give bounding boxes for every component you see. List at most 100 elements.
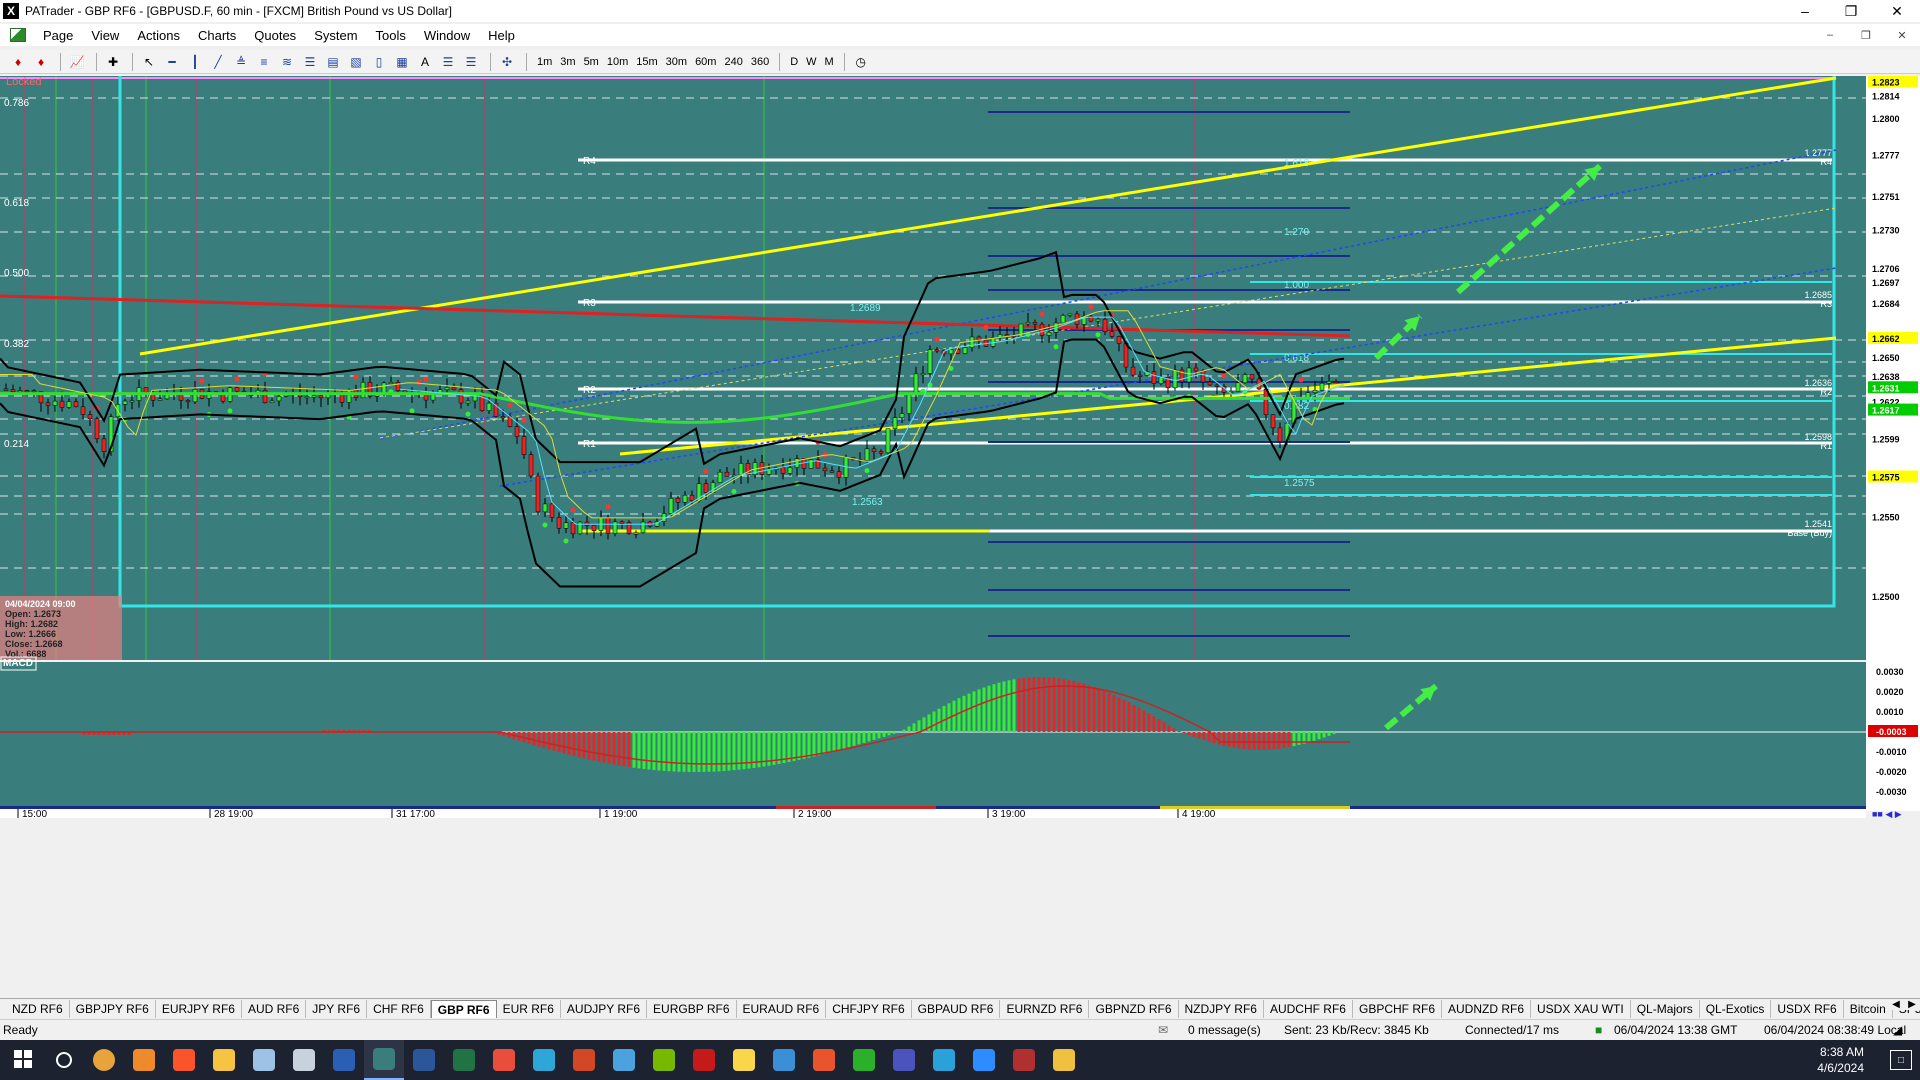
period-w-button[interactable]: W	[802, 56, 820, 68]
gann-icon[interactable]: ▧	[346, 52, 366, 72]
word-icon[interactable]	[404, 1040, 444, 1080]
close-button[interactable]: ✕	[1874, 0, 1920, 22]
menu-quotes[interactable]: Quotes	[245, 28, 305, 43]
tab-chfjpy-rf6[interactable]: CHFJPY RF6	[826, 999, 912, 1018]
tab-nzdjpy-rf6[interactable]: NZDJPY RF6	[1179, 999, 1264, 1018]
fib-ext-icon[interactable]: ☰	[300, 52, 320, 72]
photos-icon[interactable]	[604, 1040, 644, 1080]
clock-icon[interactable]: ◷	[851, 52, 871, 72]
smallpdf-icon[interactable]	[484, 1040, 524, 1080]
tab-ql-exotics[interactable]: QL-Exotics	[1700, 999, 1772, 1018]
mail-icon[interactable]	[124, 1040, 164, 1080]
tab-gbpnzd-rf6[interactable]: GBPNZD RF6	[1089, 999, 1179, 1018]
fib-fan-icon[interactable]: ≋	[277, 52, 297, 72]
timeframe-3m-button[interactable]: 3m	[556, 56, 579, 68]
timeframe-30m-button[interactable]: 30m	[662, 56, 691, 68]
tab-eurgbp-rf6[interactable]: EURGBP RF6	[647, 999, 737, 1018]
horizontal-line-icon[interactable]: ━	[162, 52, 182, 72]
rectangle-icon[interactable]: ▤	[323, 52, 343, 72]
brave-icon[interactable]	[164, 1040, 204, 1080]
mdi-close-button[interactable]: ✕	[1884, 24, 1920, 46]
zoom-icon[interactable]	[964, 1040, 1004, 1080]
trendline-icon[interactable]: ╱	[208, 52, 228, 72]
powerpoint-icon[interactable]	[564, 1040, 604, 1080]
notepad-icon[interactable]	[244, 1040, 284, 1080]
timeframe-10m-button[interactable]: 10m	[603, 56, 632, 68]
chart-area[interactable]: R4R3R2R11.2777R41.2685R31.2636R21.2598R1…	[0, 64, 1920, 996]
buy-sell-icon[interactable]: ♦	[8, 52, 28, 72]
timeframe-5m-button[interactable]: 5m	[580, 56, 603, 68]
period-d-button[interactable]: D	[786, 56, 802, 68]
tab-audchf-rf6[interactable]: AUDCHF RF6	[1264, 999, 1353, 1018]
pivot-icon[interactable]: ☰	[438, 52, 458, 72]
patrader-2-icon[interactable]	[1004, 1040, 1044, 1080]
tab-audnzd-rf6[interactable]: AUDNZD RF6	[1442, 999, 1532, 1018]
tab-nzd-rf6[interactable]: NZD RF6	[6, 999, 70, 1018]
mdi-restore-button[interactable]: ❐	[1848, 24, 1884, 46]
tab-gbpchf-rf6[interactable]: GBPCHF RF6	[1353, 999, 1442, 1018]
tab-usdx-xau-wti[interactable]: USDX XAU WTI	[1531, 999, 1631, 1018]
tab-eurjpy-rf6[interactable]: EURJPY RF6	[156, 999, 242, 1018]
chrome-icon[interactable]	[84, 1040, 124, 1080]
tab-eurnzd-rf6[interactable]: EURNZD RF6	[1000, 999, 1090, 1018]
timeframe-60m-button[interactable]: 60m	[691, 56, 720, 68]
restore-button[interactable]: ❐	[1828, 0, 1874, 22]
fibonacci-icon[interactable]: ≡	[254, 52, 274, 72]
remote-desktop-icon[interactable]	[764, 1040, 804, 1080]
patrader-icon[interactable]	[284, 1040, 324, 1080]
nvidia-icon[interactable]	[644, 1040, 684, 1080]
teams-icon[interactable]	[884, 1040, 924, 1080]
channel-icon[interactable]: ≜	[231, 52, 251, 72]
menu-page[interactable]: Page	[34, 28, 82, 43]
timeframe-240-button[interactable]: 240	[720, 56, 746, 68]
tab-euraud-rf6[interactable]: EURAUD RF6	[737, 999, 827, 1018]
timeframe-360-button[interactable]: 360	[747, 56, 773, 68]
minimize-button[interactable]: –	[1782, 0, 1828, 22]
status-messages[interactable]: 0 message(s)	[1188, 1023, 1261, 1037]
tab-aud-rf6[interactable]: AUD RF6	[242, 999, 307, 1018]
vertical-line-icon[interactable]: ┃	[185, 52, 205, 72]
windows-start-icon[interactable]	[4, 1040, 44, 1080]
tab-usdx-rf6[interactable]: USDX RF6	[1771, 999, 1844, 1018]
menu-window[interactable]: Window	[415, 28, 479, 43]
menu-charts[interactable]: Charts	[189, 28, 245, 43]
favorites-icon[interactable]	[1044, 1040, 1084, 1080]
menu-help[interactable]: Help	[479, 28, 524, 43]
tab-ql-majors[interactable]: QL-Majors	[1631, 999, 1700, 1018]
patrader-active-icon[interactable]	[364, 1040, 404, 1080]
menu-view[interactable]: View	[82, 28, 128, 43]
sway-icon[interactable]	[524, 1040, 564, 1080]
excel-icon[interactable]	[444, 1040, 484, 1080]
timeframe-15m-button[interactable]: 15m	[632, 56, 661, 68]
tab-gbp-rf6[interactable]: GBP RF6	[430, 999, 497, 1018]
sticky-notes-icon[interactable]	[724, 1040, 764, 1080]
mail-icon[interactable]: ✉	[1158, 1023, 1168, 1037]
c-green-icon[interactable]	[844, 1040, 884, 1080]
document-icon[interactable]	[10, 28, 26, 42]
directions-icon[interactable]	[684, 1040, 724, 1080]
taskbar-clock[interactable]: 8:38 AM 4/6/2024	[1817, 1044, 1864, 1076]
menu-actions[interactable]: Actions	[128, 28, 189, 43]
tab-gbpaud-rf6[interactable]: GBPAUD RF6	[912, 999, 1001, 1018]
c-app-icon[interactable]	[804, 1040, 844, 1080]
tab-eur-rf6[interactable]: EUR RF6	[497, 999, 561, 1018]
tab-jpy-rf6[interactable]: JPY RF6	[306, 999, 368, 1018]
cycle-icon[interactable]: ▯	[369, 52, 389, 72]
menu-system[interactable]: System	[305, 28, 366, 43]
order-icon[interactable]: ♦	[31, 52, 51, 72]
crosshair-icon[interactable]: ✚	[103, 52, 123, 72]
pitchfork-icon[interactable]: ▦	[392, 52, 412, 72]
mdi-minimize-button[interactable]: –	[1812, 24, 1848, 46]
calculator-icon[interactable]	[324, 1040, 364, 1080]
telegram-icon[interactable]	[924, 1040, 964, 1080]
menu-tools[interactable]: Tools	[367, 28, 415, 43]
tab-gbpjpy-rf6[interactable]: GBPJPY RF6	[70, 999, 156, 1018]
file-explorer-icon[interactable]	[204, 1040, 244, 1080]
chart-icon[interactable]: 📈	[67, 52, 87, 72]
tab-chf-rf6[interactable]: CHF RF6	[367, 999, 431, 1018]
pointer-icon[interactable]: ↖	[139, 52, 159, 72]
tab-scroll-left-icon[interactable]: ◀	[1888, 999, 1904, 1010]
levels-icon[interactable]: ☰	[461, 52, 481, 72]
tab-scroll-right-icon[interactable]: ▶	[1904, 999, 1920, 1010]
tab-audjpy-rf6[interactable]: AUDJPY RF6	[561, 999, 648, 1018]
